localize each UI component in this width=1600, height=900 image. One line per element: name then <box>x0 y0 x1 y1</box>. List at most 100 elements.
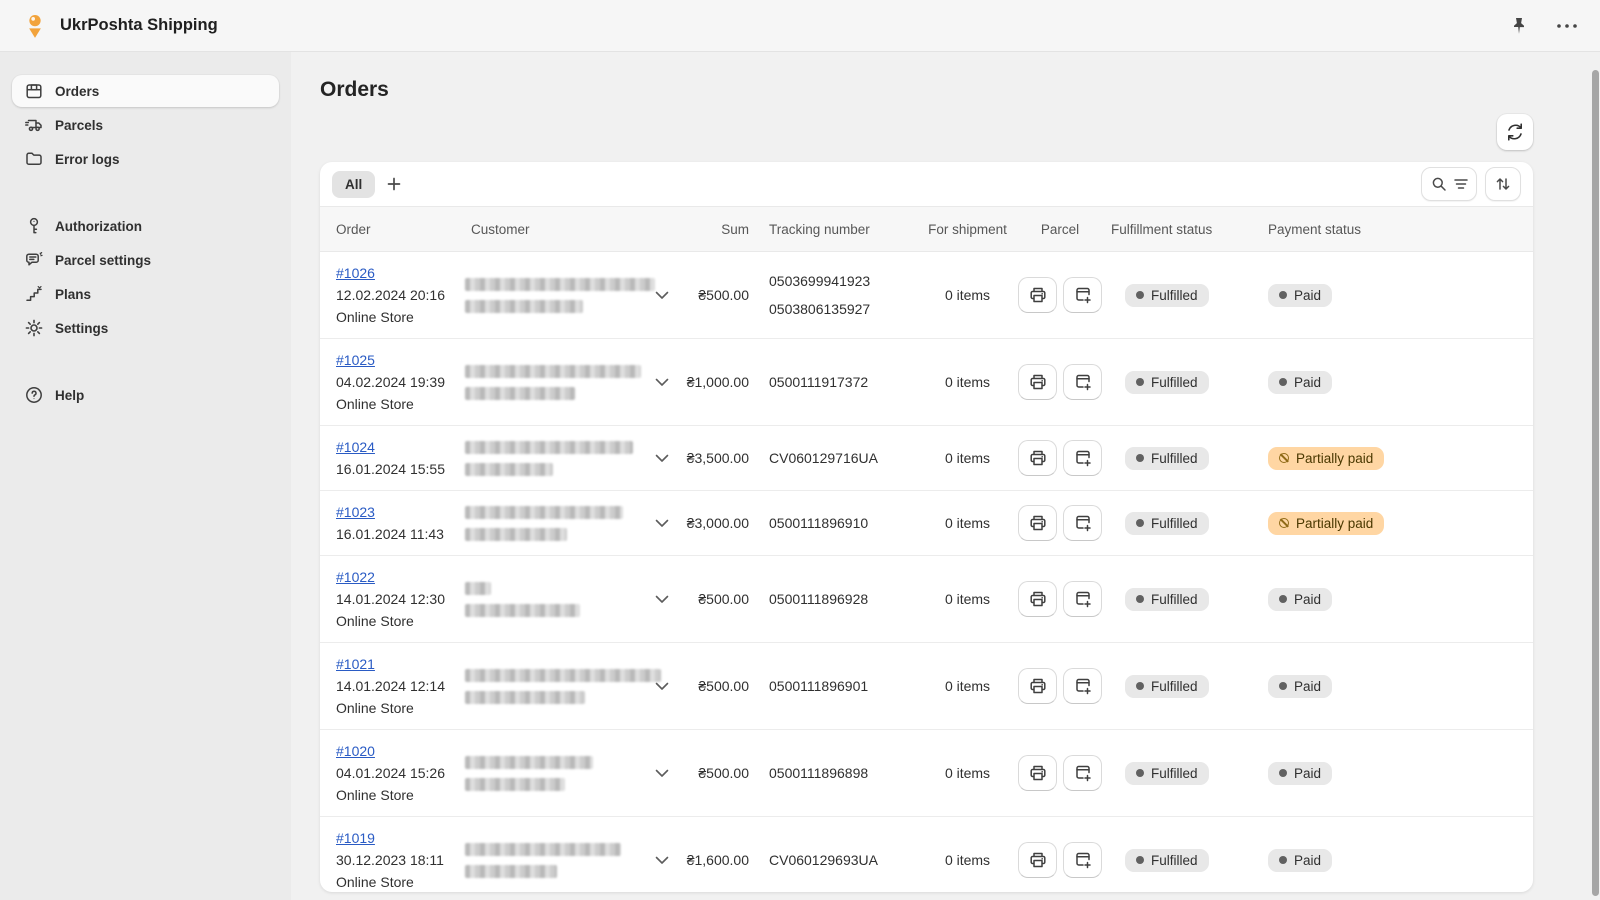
row-expand-button[interactable] <box>651 284 673 306</box>
page-plus-icon <box>1073 763 1093 783</box>
scrollbar-thumb[interactable] <box>1592 70 1599 896</box>
fulfillment-status-cell: Fulfilled <box>1105 284 1240 307</box>
print-label-button[interactable] <box>1018 668 1057 704</box>
sidebar-item-label: Authorization <box>55 219 142 234</box>
order-date: 12.02.2024 20:16 <box>336 284 465 306</box>
row-expand-button[interactable] <box>651 849 673 871</box>
add-tab-button[interactable] <box>379 169 409 199</box>
status-dot-icon <box>1136 769 1144 777</box>
row-expand-button[interactable] <box>651 371 673 393</box>
sidebar-item-authorization[interactable]: Authorization <box>12 210 279 242</box>
refresh-button[interactable] <box>1497 114 1533 150</box>
row-expand-button[interactable] <box>651 588 673 610</box>
sidebar-item-parcel-settings[interactable]: Parcel settings <box>12 244 279 276</box>
tracking-number: CV060129693UA <box>769 852 920 868</box>
print-label-button[interactable] <box>1018 440 1057 476</box>
fulfillment-status-badge: Fulfilled <box>1125 371 1209 394</box>
order-number-link[interactable]: #1024 <box>336 439 375 455</box>
fulfillment-status-label: Fulfilled <box>1151 766 1198 781</box>
pushpin-icon[interactable] <box>1508 15 1530 37</box>
customer-cell <box>465 365 685 400</box>
for-shipment-cell: 0 items <box>920 287 1015 303</box>
parcel-cell <box>1015 364 1105 400</box>
customer-cell <box>465 756 685 791</box>
create-parcel-button[interactable] <box>1063 364 1102 400</box>
order-number-link[interactable]: #1022 <box>336 569 375 585</box>
print-label-button[interactable] <box>1018 842 1057 878</box>
help-icon <box>24 385 44 405</box>
print-label-button[interactable] <box>1018 505 1057 541</box>
customer-cell <box>465 843 685 878</box>
fulfillment-status-label: Fulfilled <box>1151 679 1198 694</box>
customer-redacted-line <box>465 691 585 704</box>
row-expand-button[interactable] <box>651 675 673 697</box>
order-row: #1020 04.01.2024 15:26 Online Store ₴500… <box>320 730 1533 817</box>
column-header-parcel[interactable]: Parcel <box>1015 222 1105 237</box>
row-expand-button[interactable] <box>651 512 673 534</box>
column-header-sum[interactable]: Sum <box>685 222 755 237</box>
page-plus-icon <box>1073 372 1093 392</box>
sidebar-section-gap <box>0 177 291 208</box>
sidebar-item-settings[interactable]: Settings <box>12 312 279 344</box>
printer-icon <box>1028 372 1048 392</box>
column-header-order[interactable]: Order <box>320 222 465 237</box>
tracking-cell: CV060129716UA <box>755 450 920 466</box>
column-header-fulfillment-status[interactable]: Fulfillment status <box>1105 222 1240 237</box>
create-parcel-button[interactable] <box>1063 842 1102 878</box>
create-parcel-button[interactable] <box>1063 505 1102 541</box>
order-row: #1024 16.01.2024 15:55 ₴3,500.00 CV06012… <box>320 426 1533 491</box>
customer-redacted-line <box>465 756 593 769</box>
order-row: #1026 12.02.2024 20:16 Online Store ₴500… <box>320 252 1533 339</box>
order-row: #1023 16.01.2024 11:43 ₴3,000.00 0500111… <box>320 491 1533 556</box>
customer-redacted-name <box>465 441 651 476</box>
order-number-link[interactable]: #1020 <box>336 743 375 759</box>
payment-status-cell: Paid <box>1240 284 1533 307</box>
order-number-link[interactable]: #1021 <box>336 656 375 672</box>
create-parcel-button[interactable] <box>1063 755 1102 791</box>
sidebar-item-error-logs[interactable]: Error logs <box>12 143 279 175</box>
sidebar-item-help[interactable]: Help <box>12 379 279 411</box>
column-header-for-shipment[interactable]: For shipment <box>920 222 1015 237</box>
chevron-down-icon <box>655 769 669 778</box>
payment-status-badge: Paid <box>1268 588 1332 611</box>
row-expand-button[interactable] <box>651 447 673 469</box>
sort-button[interactable] <box>1485 167 1521 201</box>
order-row: #1025 04.02.2024 19:39 Online Store ₴1,0… <box>320 339 1533 426</box>
ellipsis-menu-icon[interactable] <box>1556 15 1578 37</box>
print-label-button[interactable] <box>1018 364 1057 400</box>
tab-all[interactable]: All <box>332 171 375 198</box>
customer-redacted-name <box>465 756 651 791</box>
sidebar-section-gap <box>0 346 291 377</box>
sidebar-item-plans[interactable]: Plans <box>12 278 279 310</box>
print-label-button[interactable] <box>1018 581 1057 617</box>
print-label-button[interactable] <box>1018 755 1057 791</box>
vertical-scrollbar[interactable] <box>1591 52 1600 900</box>
customer-redacted-line <box>465 865 557 878</box>
main-content: Orders All <box>291 52 1600 900</box>
row-expand-button[interactable] <box>651 762 673 784</box>
create-parcel-button[interactable] <box>1063 277 1102 313</box>
order-number-link[interactable]: #1025 <box>336 352 375 368</box>
sidebar-item-label: Help <box>55 388 84 403</box>
payment-status-label: Paid <box>1294 766 1321 781</box>
create-parcel-button[interactable] <box>1063 440 1102 476</box>
chevron-down-icon <box>655 519 669 528</box>
customer-cell <box>465 278 685 313</box>
search-filter-button[interactable] <box>1421 167 1477 201</box>
order-number-link[interactable]: #1026 <box>336 265 375 281</box>
order-number-link[interactable]: #1019 <box>336 830 375 846</box>
order-number-link[interactable]: #1023 <box>336 504 375 520</box>
sidebar-item-parcels[interactable]: Parcels <box>12 109 279 141</box>
sum-cell: ₴3,000.00 <box>685 515 755 531</box>
print-label-button[interactable] <box>1018 277 1057 313</box>
customer-redacted-line <box>465 463 553 476</box>
tracking-cell: 0500111896910 <box>755 515 920 531</box>
column-header-tracking[interactable]: Tracking number <box>755 222 920 237</box>
column-header-payment-status[interactable]: Payment status <box>1240 222 1533 237</box>
column-header-customer[interactable]: Customer <box>465 222 685 237</box>
payment-status-label: Partially paid <box>1296 451 1373 466</box>
order-cell: #1020 04.01.2024 15:26 Online Store <box>320 740 465 806</box>
sidebar-item-orders[interactable]: Orders <box>12 75 279 107</box>
create-parcel-button[interactable] <box>1063 668 1102 704</box>
create-parcel-button[interactable] <box>1063 581 1102 617</box>
